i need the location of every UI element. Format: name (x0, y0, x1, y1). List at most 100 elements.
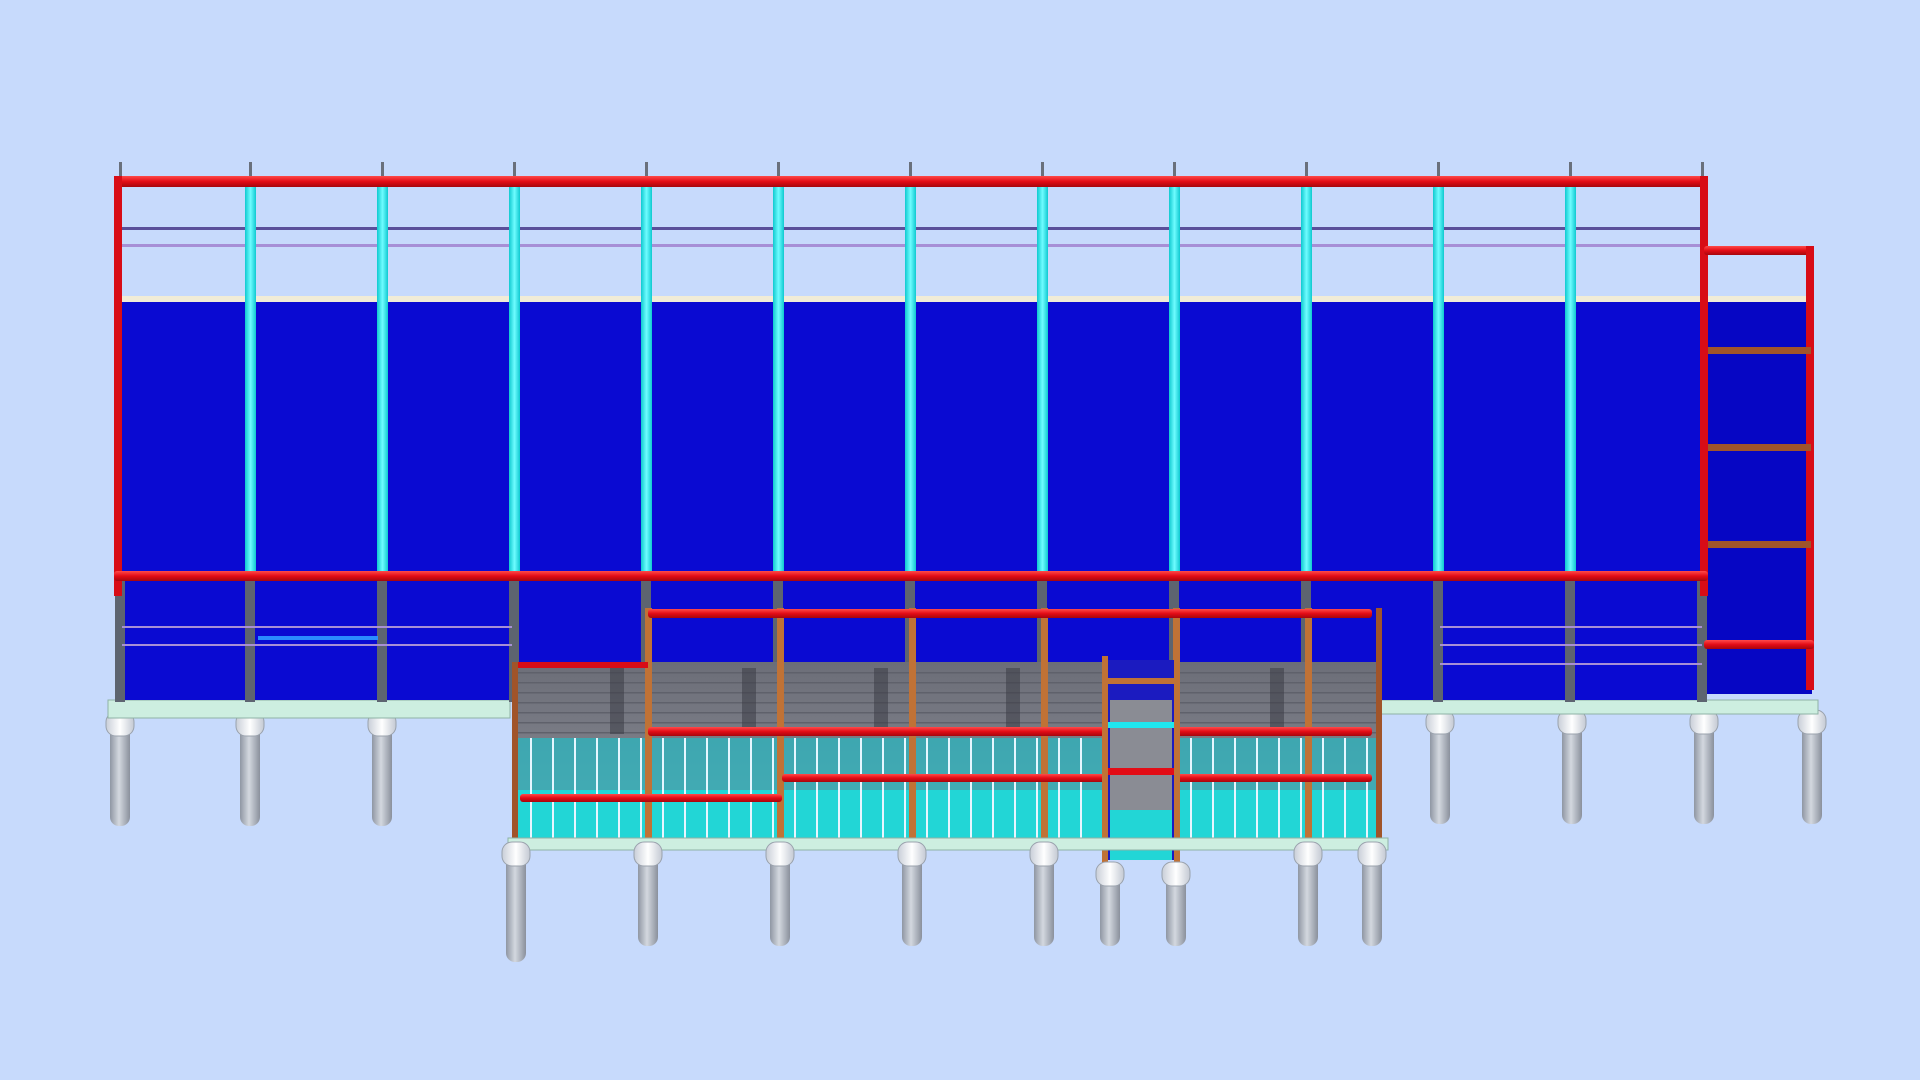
pile-cap (1095, 861, 1125, 887)
roof-post (119, 162, 122, 178)
column-shadow (1270, 668, 1284, 734)
steel-column (245, 576, 255, 702)
roof-post (909, 162, 912, 178)
protruding-deck (512, 662, 1382, 842)
mullion (1014, 738, 1016, 840)
mullion (1344, 738, 1346, 840)
cyan-column (1037, 180, 1048, 574)
mid-floor-beam (114, 571, 1708, 581)
mullion (530, 738, 532, 840)
mullion (882, 738, 884, 840)
pile-cap (1293, 841, 1323, 867)
deck-edge-right (1376, 608, 1382, 844)
pile (638, 856, 658, 946)
mullion (772, 738, 774, 840)
roof-post (249, 162, 252, 178)
column-shadow (1006, 668, 1020, 734)
mullion (1058, 738, 1060, 840)
pile (770, 856, 790, 946)
pile (1362, 856, 1382, 946)
mullion (1366, 738, 1368, 840)
top-parapet (120, 296, 1812, 302)
timber-column (909, 608, 916, 840)
mullion (1322, 738, 1324, 840)
mullion (1190, 738, 1192, 840)
pile (1298, 856, 1318, 946)
mullion (816, 738, 818, 840)
pile (902, 856, 922, 946)
steel-column (377, 576, 387, 702)
mullion (992, 738, 994, 840)
mullion (728, 738, 730, 840)
steel-column (1433, 576, 1443, 702)
mullion (794, 738, 796, 840)
steel-column (1565, 576, 1575, 702)
mullion (640, 738, 642, 840)
pile (1430, 724, 1450, 824)
side-annex-wall (1704, 302, 1812, 694)
timber-column (1305, 608, 1312, 840)
pile (240, 726, 260, 826)
top-ring-beam (114, 176, 1708, 187)
plinth-right (1377, 699, 1819, 715)
roof-post (777, 162, 780, 178)
mullion (684, 738, 686, 840)
cyan-column (641, 180, 652, 574)
deck-edge-left (512, 662, 518, 842)
pile-cap (1029, 841, 1059, 867)
pile-cap (501, 841, 531, 867)
roof-post (1701, 162, 1704, 178)
mullion (1212, 738, 1214, 840)
pile-cap (1357, 841, 1387, 867)
model-viewport[interactable] (0, 0, 1920, 1080)
pile-cap (897, 841, 927, 867)
roof-post (645, 162, 648, 178)
mullion (904, 738, 906, 840)
cyan-column (1169, 180, 1180, 574)
building-elevation (105, 162, 1827, 962)
mullion (1080, 738, 1082, 840)
cyan-column (377, 180, 388, 574)
pile (1802, 724, 1822, 824)
roof-post (1569, 162, 1572, 178)
stair-tower (1102, 656, 1180, 866)
cyan-column (1565, 180, 1576, 574)
column-shadow (610, 668, 624, 734)
mullion (1300, 738, 1302, 840)
roof-post (381, 162, 384, 178)
roof-post (1173, 162, 1176, 178)
timber-column (1041, 608, 1048, 840)
cyan-column (773, 180, 784, 574)
mullion (574, 738, 576, 840)
pile (1034, 856, 1054, 946)
pile (1694, 724, 1714, 824)
timber-column (777, 608, 784, 840)
mullion (1036, 738, 1038, 840)
pile-cap (633, 841, 663, 867)
pile (372, 726, 392, 826)
cyan-column (1433, 180, 1444, 574)
mullion (1278, 738, 1280, 840)
pile (110, 726, 130, 826)
mullion (860, 738, 862, 840)
pile-cap (765, 841, 795, 867)
mullion (948, 738, 950, 840)
cyan-column (245, 180, 256, 574)
left-edge-beam (114, 176, 122, 596)
right-edge-beam (1700, 176, 1708, 596)
roof-post (1437, 162, 1440, 178)
mullion (662, 738, 664, 840)
cyan-column (905, 180, 916, 574)
pile-cap (1161, 861, 1191, 887)
column-shadow (874, 668, 888, 734)
cyan-column (1301, 180, 1312, 574)
mullion (706, 738, 708, 840)
plinth-left (107, 699, 511, 719)
cyan-column (509, 180, 520, 574)
mullion (838, 738, 840, 840)
mullion (926, 738, 928, 840)
timber-column (645, 608, 652, 840)
mullion (750, 738, 752, 840)
mullion (596, 738, 598, 840)
upper-railing-posts (119, 162, 1704, 178)
